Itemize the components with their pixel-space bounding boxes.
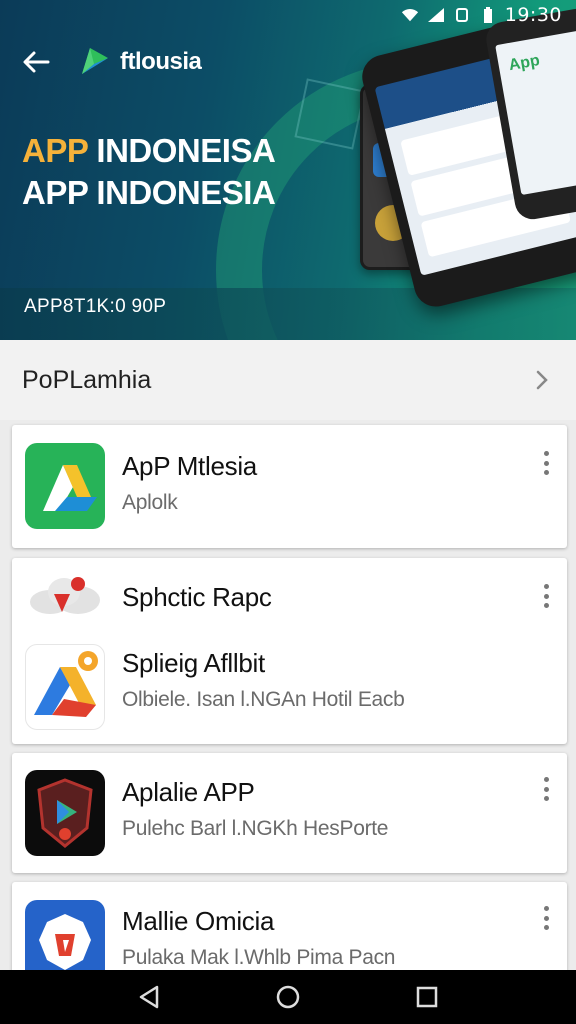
brand: ftlousia — [76, 44, 202, 80]
signal-icon — [427, 7, 445, 23]
brand-name: ftlousia — [120, 48, 202, 75]
nav-recents-button[interactable] — [407, 977, 447, 1017]
nfc-icon — [453, 7, 471, 23]
app-title[interactable]: Sphctic Rapc — [122, 582, 272, 613]
status-time: 19:30 — [504, 4, 562, 26]
nav-home-button[interactable] — [268, 977, 308, 1017]
status-bar: 19:30 — [0, 0, 576, 30]
app-icon-drive[interactable] — [25, 443, 105, 529]
app-title[interactable]: ApP Mtlesia — [122, 451, 257, 482]
recents-square-icon — [416, 986, 437, 1008]
app-icon-colorful-a[interactable] — [25, 644, 105, 730]
more-options-icon[interactable] — [539, 906, 553, 930]
app-screen: App ftlousia APP INDONEISA APP INDONESIA… — [0, 0, 576, 1024]
navigation-bar — [0, 970, 576, 1024]
hero-title-line1: INDONEISA — [87, 132, 276, 169]
app-title[interactable]: Aplalie APP — [122, 777, 255, 808]
cloud-icon — [30, 577, 100, 614]
app-subtitle: Pulaka Mak l.Whlb Pima Pacn — [122, 946, 396, 969]
hero-banner[interactable]: App ftlousia APP INDONEISA APP INDONESIA… — [0, 0, 576, 340]
chevron-right-icon[interactable] — [530, 368, 554, 392]
home-circle-icon — [276, 985, 300, 1009]
more-options-icon[interactable] — [539, 451, 553, 475]
app-title[interactable]: Mallie Omicia — [122, 906, 274, 937]
battery-icon — [479, 7, 497, 23]
arrow-left-icon — [23, 51, 50, 73]
app-subtitle: Olbiele. Isan l.NGAn Hotil Eacb — [122, 688, 405, 711]
app-card[interactable]: Aplalie APP Pulehc Barl l.NGKh HesPorte — [12, 753, 567, 873]
section-title: PoPLamhia — [22, 365, 152, 394]
hero-title-accent: APP — [22, 132, 88, 169]
more-options-icon[interactable] — [539, 777, 553, 801]
back-button[interactable] — [20, 46, 52, 78]
more-options-icon[interactable] — [539, 584, 553, 608]
app-card[interactable]: ApP Mtlesia Aplolk — [12, 425, 567, 548]
section-header[interactable]: PoPLamhia — [0, 340, 576, 420]
app-subtitle: Aplolk — [122, 491, 178, 514]
hero-subtitle: APP8T1K:0 90P — [24, 296, 167, 317]
hero-title: APP INDONEISA APP INDONESIA — [22, 130, 276, 214]
back-triangle-icon — [140, 985, 159, 1009]
app-icon-shield-play[interactable] — [25, 770, 105, 856]
brand-logo-icon — [82, 48, 108, 74]
app-card[interactable]: Sphctic Rapc Splieig Afllbit Olbiele. Is… — [12, 558, 567, 744]
hero-title-line2: APP INDONESIA — [22, 174, 276, 211]
nav-back-button[interactable] — [129, 977, 169, 1017]
app-subtitle: Pulehc Barl l.NGKh HesPorte — [122, 817, 389, 840]
wifi-icon — [401, 7, 419, 23]
app-title[interactable]: Splieig Afllbit — [122, 648, 265, 679]
banner-decoration-square — [294, 78, 366, 150]
